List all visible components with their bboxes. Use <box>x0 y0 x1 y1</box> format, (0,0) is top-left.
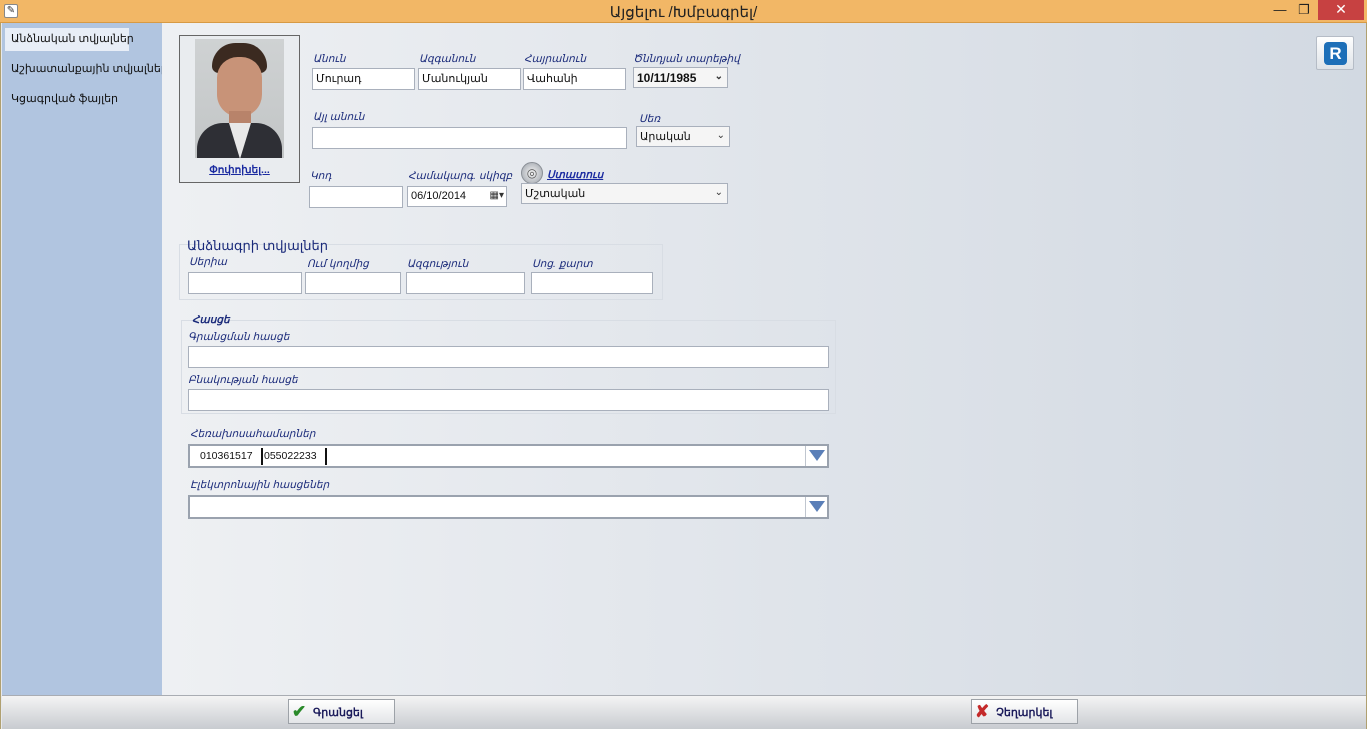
other-name-label: Այլ անուն <box>313 111 365 123</box>
emails-dropdown-button[interactable] <box>805 497 827 517</box>
sidebar-item-attachments[interactable]: Կցագրված ֆայլեր <box>5 88 124 111</box>
main-panel: Փոփոխել... Անուն Մուրադ Ազգանուն Մանուկյ… <box>162 23 1366 695</box>
entry-date-picker[interactable]: 06/10/2014 ▦▾ <box>407 186 507 207</box>
window-frame: Անձնական տվյալներ Աշխատանքային տվյալներ … <box>0 23 1367 729</box>
chevron-down-icon: ⌄ <box>716 130 725 141</box>
change-photo-link[interactable]: Փոփոխել... <box>180 164 299 176</box>
sidebar-item-personal[interactable]: Անձնական տվյալներ <box>5 28 134 51</box>
birth-date-label: Ծննդյան տարեթիվ <box>633 53 740 65</box>
phones-label: Հեռախոսահամարներ <box>190 428 316 440</box>
passport-series-label: Սերիա <box>189 256 227 268</box>
chevron-down-icon: ⌄ <box>714 71 723 82</box>
birth-date-picker[interactable]: 10/11/1985 ⌄ <box>633 67 728 88</box>
title-bar: ✎ Այցելու /Խմբագրել/ — ❐ ✕ <box>0 0 1367 23</box>
first-name-field[interactable]: Մուրադ <box>312 68 415 90</box>
patronymic-label: Հայրանուն <box>524 53 587 65</box>
save-button-label: Գրանցել <box>313 707 363 719</box>
registration-address-field[interactable] <box>188 346 829 368</box>
issued-by-label: Ում կողմից <box>307 258 369 270</box>
photo-frame: Փոփոխել... <box>179 35 300 183</box>
window-title: Այցելու /Խմբագրել/ <box>609 4 758 21</box>
code-field[interactable] <box>309 186 403 208</box>
triangle-down-icon <box>809 450 825 461</box>
birth-date-value: 10/11/1985 <box>637 71 697 85</box>
first-name-label: Անուն <box>313 53 346 65</box>
lifebuoy-icon[interactable]: ◎ <box>521 162 543 184</box>
triangle-down-icon <box>809 501 825 512</box>
phones-dropdown-button[interactable] <box>805 446 827 466</box>
residence-address-field[interactable] <box>188 389 829 411</box>
residence-address-label: Բնակության հասցե <box>188 374 298 386</box>
emails-label: Էլեկտրոնային հասցեներ <box>190 479 330 491</box>
cross-icon: ✘ <box>975 702 990 721</box>
phone-chip[interactable]: 010361517 <box>192 448 263 465</box>
nationality-field[interactable] <box>406 272 525 294</box>
status-value: Մշտական <box>525 188 586 200</box>
passport-series-field[interactable] <box>188 272 302 294</box>
cancel-button-label: Չեղարկել <box>996 707 1053 719</box>
close-icon[interactable]: ✕ <box>1318 0 1364 20</box>
gender-value: Արական <box>640 131 691 143</box>
entry-date-value: 06/10/2014 <box>411 190 467 202</box>
minimize-icon[interactable]: — <box>1268 0 1292 20</box>
nationality-label: Ազգություն <box>407 258 469 270</box>
passport-group-title: Անձնագրի տվյալներ <box>187 238 328 253</box>
report-icon: R <box>1324 42 1347 65</box>
entry-date-label: Համակարգ. սկիզբ <box>408 170 513 182</box>
status-link[interactable]: Ստատուս <box>547 169 603 181</box>
gender-select[interactable]: Արական ⌄ <box>636 126 730 147</box>
patronymic-field[interactable]: Վահանի <box>523 68 626 90</box>
other-name-field[interactable] <box>312 127 627 149</box>
phones-field[interactable]: 010361517 055022233 <box>188 444 829 468</box>
chevron-down-icon: ⌄ <box>714 187 723 198</box>
checkmark-icon: ✔ <box>292 702 307 721</box>
maximize-icon[interactable]: ❐ <box>1292 0 1316 20</box>
save-button[interactable]: ✔ Գրանցել <box>288 699 395 724</box>
address-group-title: Հասցե <box>192 314 230 326</box>
report-button[interactable]: R <box>1316 36 1354 70</box>
footer-bar: ✔ Գրանցել ✘ Չեղարկել <box>2 695 1366 729</box>
registration-address-label: Գրանցման հասցե <box>188 331 290 343</box>
profile-photo <box>195 39 284 158</box>
code-label: Կոդ <box>310 170 332 182</box>
social-card-field[interactable] <box>531 272 653 294</box>
cancel-button[interactable]: ✘ Չեղարկել <box>971 699 1078 724</box>
issued-by-field[interactable] <box>305 272 401 294</box>
last-name-label: Ազգանուն <box>419 53 476 65</box>
emails-field[interactable] <box>188 495 829 519</box>
last-name-field[interactable]: Մանուկյան <box>418 68 521 90</box>
sidebar: Անձնական տվյալներ Աշխատանքային տվյալներ … <box>2 23 168 695</box>
calendar-icon[interactable]: ▦▾ <box>490 190 504 201</box>
social-card-label: Սոց. քարտ <box>532 258 593 270</box>
sidebar-item-work[interactable]: Աշխատանքային տվյալներ <box>5 58 174 81</box>
phone-chip[interactable]: 055022233 <box>256 448 327 465</box>
gender-label: Սեռ <box>639 113 661 125</box>
status-select[interactable]: Մշտական ⌄ <box>521 183 728 204</box>
